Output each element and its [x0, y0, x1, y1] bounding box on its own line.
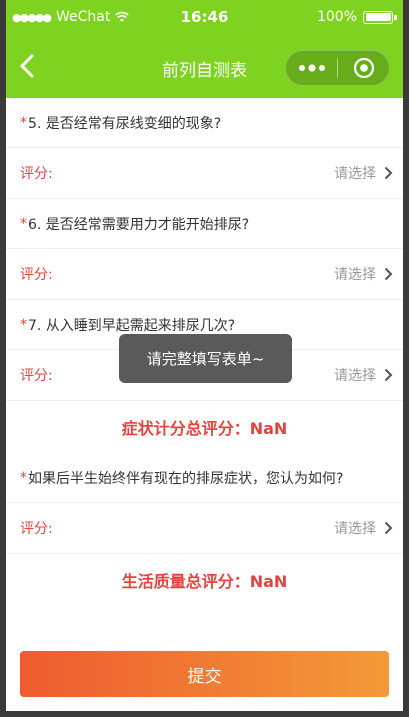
- chevron-right-icon: [384, 267, 393, 281]
- score-picker-q5[interactable]: 评分: 请选择: [6, 148, 403, 199]
- chevron-right-icon: [384, 368, 393, 382]
- quality-total-score: 生活质量总评分：NaN: [121, 572, 288, 591]
- symptom-total-score: 症状计分总评分：NaN: [121, 419, 288, 438]
- question-text: 5. 是否经常有尿线变细的现象?: [28, 115, 222, 132]
- app-header: ●●●●● WeChat 16:46 100% 前列自测表: [6, 0, 403, 98]
- score-label: 评分:: [20, 521, 53, 537]
- required-mark: *: [20, 469, 27, 486]
- validation-toast: 请完整填写表单~: [119, 334, 292, 383]
- required-mark: *: [20, 114, 27, 131]
- status-bar: ●●●●● WeChat 16:46 100%: [6, 0, 403, 34]
- battery-icon: [363, 10, 397, 24]
- score-label: 评分:: [20, 267, 53, 283]
- question-text: 6. 是否经常需要用力才能开始排尿?: [28, 216, 250, 233]
- chevron-right-icon: [384, 521, 393, 535]
- question-6: * 6. 是否经常需要用力才能开始排尿?: [6, 199, 403, 249]
- score-picker-quality[interactable]: 评分: 请选择: [6, 503, 403, 554]
- picker-placeholder: 请选择: [334, 521, 376, 537]
- more-dots-icon: [298, 64, 325, 72]
- chevron-right-icon: [384, 166, 393, 180]
- target-close-icon: [353, 57, 374, 79]
- question-text: 如果后半生始终伴有现在的排尿症状，您认为如何?: [28, 470, 344, 487]
- submit-button[interactable]: 提交: [20, 651, 389, 697]
- required-mark: *: [20, 316, 27, 333]
- score-picker-q6[interactable]: 评分: 请选择: [6, 249, 403, 300]
- picker-placeholder: 请选择: [334, 368, 376, 384]
- picker-placeholder: 请选择: [334, 166, 376, 182]
- question-quality-of-life: * 如果后半生始终伴有现在的排尿症状，您认为如何?: [6, 453, 403, 503]
- question-5: * 5. 是否经常有尿线变细的现象?: [6, 98, 403, 148]
- phone-screen: ●●●●● WeChat 16:46 100% 前列自测表 * 5. 是否经常有…: [6, 0, 403, 711]
- score-label: 评分:: [20, 368, 53, 384]
- mini-program-capsule: [285, 50, 390, 86]
- question-text: 7. 从入睡到早起需起来排尿几次?: [28, 317, 236, 334]
- battery-percent: 100%: [316, 9, 357, 25]
- required-mark: *: [20, 215, 27, 232]
- score-label: 评分:: [20, 166, 53, 182]
- picker-placeholder: 请选择: [334, 267, 376, 283]
- nav-bar: 前列自测表: [6, 34, 403, 98]
- more-button[interactable]: [286, 51, 337, 85]
- close-program-button[interactable]: [338, 51, 389, 85]
